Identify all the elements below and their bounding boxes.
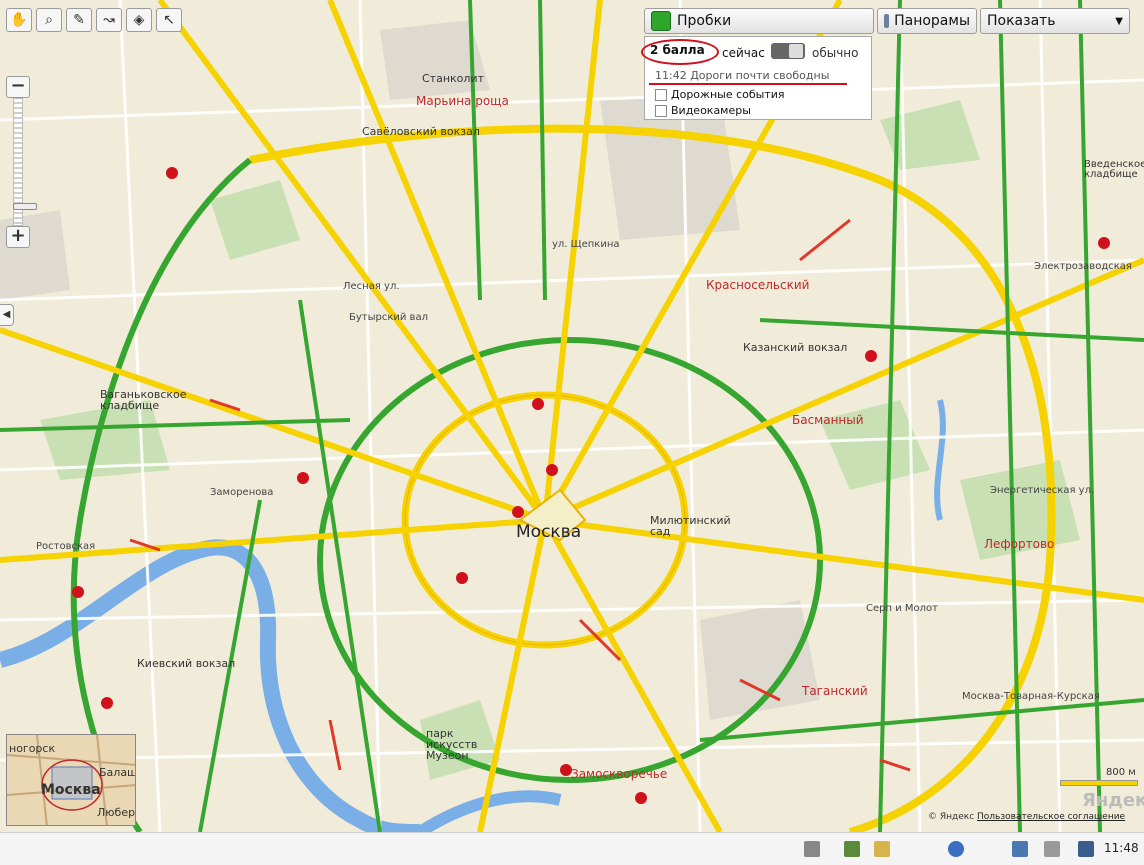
- globe-icon[interactable]: [948, 841, 964, 857]
- zoom-out-button[interactable]: −: [6, 76, 30, 98]
- city-label: Москва: [516, 522, 582, 542]
- place-label: Введенское кладбище: [1084, 159, 1144, 180]
- cameras-label: Видеокамеры: [671, 104, 751, 117]
- traffic-score: 2 балла: [650, 43, 705, 57]
- scale-bar: [1060, 780, 1138, 786]
- place-label: Станколит: [422, 72, 484, 85]
- zoom-control: − +: [6, 76, 37, 248]
- zoom-in-button[interactable]: +: [6, 226, 30, 248]
- street-label: Заморенова: [210, 487, 274, 498]
- copyright: © Яндекс Пользовательское соглашение: [928, 812, 1125, 822]
- overview-label: ногорск: [9, 742, 56, 755]
- now-usual-toggle[interactable]: [771, 43, 805, 59]
- overview-minimap[interactable]: ногорск Балаш Москва Люберц: [6, 734, 136, 826]
- street-label: Энергетическая ул.: [990, 485, 1095, 496]
- traffic-button[interactable]: Пробки: [644, 8, 874, 34]
- route-tool-icon[interactable]: ↝: [96, 8, 122, 32]
- place-label: Казанский вокзал: [743, 341, 848, 354]
- traffic-panel: 2 балла сейчас обычно 11:42 Дороги почти…: [641, 36, 872, 120]
- traffic-button-label: Пробки: [677, 13, 732, 29]
- panoramas-button[interactable]: Панорамы: [877, 8, 977, 34]
- network-icon[interactable]: [1078, 841, 1094, 857]
- place-label: Ваганьковское кладбище: [100, 388, 187, 412]
- taskbar-ie-icon[interactable]: [1012, 841, 1028, 857]
- place-label: Электрозаводская: [1034, 261, 1132, 272]
- usual-label: обычно: [812, 46, 859, 60]
- zoom-slider-handle[interactable]: [13, 203, 37, 211]
- map-canvas[interactable]: Москва Марьина роща Красносельский Басма…: [0, 0, 1144, 832]
- magnifier-tool-icon[interactable]: ⌕: [36, 8, 62, 32]
- now-label: сейчас: [722, 46, 765, 60]
- road-events-checkbox[interactable]: [655, 89, 667, 101]
- copyright-text: © Яндекс: [928, 812, 975, 822]
- place-label: Ростовская: [36, 541, 96, 552]
- yandex-logo: Яндекс: [1082, 790, 1144, 811]
- traffic-status: 11:42 Дороги почти свободны: [655, 69, 830, 82]
- show-dropdown-label: Показать: [987, 13, 1056, 29]
- zoom-track[interactable]: [13, 98, 37, 226]
- show-dropdown[interactable]: Показать ▼: [980, 8, 1130, 34]
- hand-tool-icon[interactable]: ✋: [6, 8, 32, 32]
- district-label: Красносельский: [706, 278, 810, 292]
- place-label: Милютинский сад: [650, 514, 731, 538]
- status-underline: [649, 83, 847, 85]
- street-label: ул. Щепкина: [552, 239, 620, 250]
- chevron-down-icon: ▼: [1115, 15, 1123, 27]
- district-label: Замоскворечье: [571, 767, 668, 781]
- layers-tool-icon[interactable]: ◈: [126, 8, 152, 32]
- overview-label: Москва: [41, 782, 101, 798]
- panorama-icon: [884, 14, 890, 28]
- map-toolbar: ✋ ⌕ ✎ ↝ ◈ ↖: [6, 8, 182, 32]
- overview-label: Балаш: [99, 766, 136, 779]
- cameras-checkbox[interactable]: [655, 105, 667, 117]
- scale-label: 800 м: [1106, 767, 1136, 778]
- district-label: Лефортово: [984, 537, 1055, 551]
- place-label: парк искусств Музеон: [426, 727, 478, 762]
- pointer-tool-icon[interactable]: ↖: [156, 8, 182, 32]
- road-events-label: Дорожные события: [671, 88, 785, 101]
- ruler-tool-icon[interactable]: ✎: [66, 8, 92, 32]
- place-label: Киевский вокзал: [137, 657, 236, 670]
- toggle-knob: [789, 44, 803, 58]
- user-agreement-link[interactable]: Пользовательское соглашение: [977, 812, 1125, 822]
- place-label: Савёловский вокзал: [362, 125, 480, 138]
- taskbar-bracket-icon[interactable]: [804, 841, 820, 857]
- taskbar: 11:48: [0, 832, 1144, 865]
- overview-label: Люберц: [97, 806, 136, 819]
- street-label: Бутырский вал: [349, 312, 428, 323]
- place-label: Серп и Молот: [866, 603, 938, 614]
- district-label: Марьина роща: [416, 94, 509, 108]
- map-layer-controls: Пробки Панорамы Показать ▼: [644, 8, 1130, 34]
- clock: 11:48: [1104, 841, 1139, 855]
- taskbar-window-icon[interactable]: [1044, 841, 1060, 857]
- traffic-light-icon: [651, 11, 671, 31]
- panoramas-button-label: Панорамы: [894, 13, 970, 29]
- collapse-arrow-icon[interactable]: ◀: [0, 304, 14, 326]
- taskbar-tool-icon[interactable]: [874, 841, 890, 857]
- place-label: Москва-Товарная-Курская: [962, 691, 1100, 702]
- street-label: Лесная ул.: [343, 281, 400, 292]
- district-label: Басманный: [792, 413, 864, 427]
- district-label: Таганский: [802, 684, 868, 698]
- taskbar-chart-icon[interactable]: [844, 841, 860, 857]
